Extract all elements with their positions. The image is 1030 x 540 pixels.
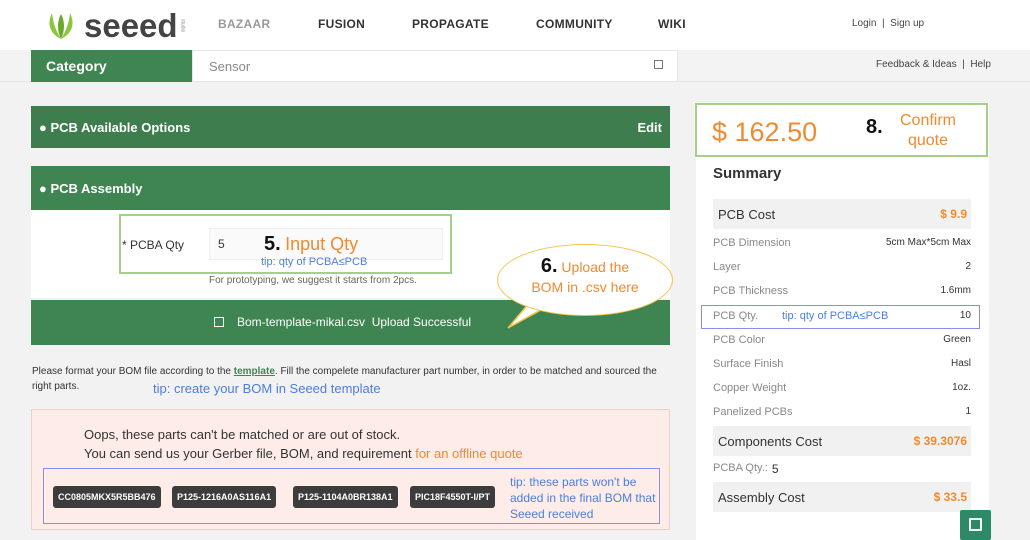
part-tag[interactable]: CC0805MKX5R5BB476: [53, 486, 161, 508]
category-button[interactable]: Category: [31, 50, 192, 82]
login-signup-links[interactable]: Login | Sign up: [852, 18, 924, 29]
row-label: PCB Color: [713, 334, 765, 346]
nav-wiki[interactable]: WIKI: [658, 17, 686, 31]
category-search-input[interactable]: Sensor: [192, 50, 678, 82]
pcb-options-label: ● PCB Available Options: [39, 119, 191, 135]
upload-speech-bubble: 6. Upload the BOM in .csv here: [497, 244, 673, 316]
row-value: Hasl: [950, 358, 971, 369]
confirm-quote-label[interactable]: Confirm quote: [886, 111, 970, 151]
row-value: 1oz.: [952, 382, 971, 393]
oops-line1: Oops, these parts can't be matched or ar…: [84, 427, 401, 442]
offline-quote-link[interactable]: for an offline quote: [415, 446, 522, 461]
pcb-qty-tip: tip: qty of PCBA≤PCB: [782, 310, 889, 322]
nav-fusion[interactable]: FUSION: [318, 17, 365, 31]
oops-line2-text: You can send us your Gerber file, BOM, a…: [84, 446, 416, 461]
pcb-options-bar[interactable]: ● PCB Available Options Edit: [31, 106, 670, 148]
qty-tip: tip: qty of PCBA≤PCB: [261, 256, 368, 268]
pcba-qty-value: 5: [771, 462, 779, 476]
row-value: 1: [965, 406, 971, 417]
nav-propagate[interactable]: PROPAGATE: [412, 17, 489, 31]
category-checkbox-icon[interactable]: [654, 60, 663, 69]
pcba-qty-row: PCBA Qty.: 5: [713, 462, 971, 476]
pcb-assembly-bar[interactable]: ● PCB Assembly: [31, 166, 670, 210]
bubble-line2: BOM in .csv here: [531, 279, 639, 295]
pcb-cost-label: PCB Cost: [718, 206, 776, 222]
row-label: Surface Finish: [713, 358, 784, 370]
edit-button[interactable]: Edit: [637, 120, 662, 135]
part-tag[interactable]: PIC18F4550T-I/PT: [410, 486, 496, 508]
step-6-number: 6.: [540, 255, 558, 277]
row-value: 2: [965, 261, 971, 272]
uploaded-file-status: Bom-template-mikal.csv Upload Successful: [237, 315, 472, 329]
oops-line2: You can send us your Gerber file, BOM, a…: [84, 446, 523, 461]
summary-row: PCB Thickness 1.6mm: [713, 285, 971, 297]
leaf-logo-icon: [44, 11, 78, 41]
template-link[interactable]: template: [234, 366, 275, 377]
step-5-annotation: 5. Input Qty: [264, 233, 358, 256]
row-value: 10: [959, 310, 971, 321]
row-label: PCB Thickness: [713, 285, 788, 297]
row-value: Green: [943, 334, 971, 345]
pcba-qty-label: * PCBA Qty: [122, 238, 185, 252]
components-cost-value: $ 39.3076: [913, 434, 967, 448]
prototype-note: For prototyping, we suggest it starts fr…: [209, 275, 417, 286]
assembly-cost-label: Assembly Cost: [718, 489, 805, 505]
row-label: Copper Weight: [713, 382, 787, 394]
components-cost-row: Components Cost $ 39.3076: [713, 426, 971, 456]
row-value: 5cm Max*5cm Max: [885, 237, 971, 248]
pcb-cost-row: PCB Cost $ 9.9: [713, 199, 971, 229]
row-label: Panelized PCBs: [713, 406, 793, 418]
pcb-assembly-label: ● PCB Assembly: [39, 180, 143, 196]
assembly-cost-row: Assembly Cost $ 33.5: [713, 482, 971, 512]
format-note-pre: Please format your BOM file according to…: [32, 366, 234, 377]
nav-bazaar[interactable]: BAZAAR: [218, 17, 270, 31]
pcb-cost-value: $ 9.9: [940, 207, 967, 221]
bubble-line1: Upload the: [561, 259, 630, 275]
square-icon: [969, 518, 982, 531]
total-price: $ 162.50: [712, 117, 818, 147]
pcba-qty-label-summary: PCBA Qty.:: [713, 462, 768, 474]
components-cost-label: Components Cost: [718, 433, 823, 449]
chat-square-button[interactable]: [960, 510, 991, 540]
upload-checkbox-icon[interactable]: [214, 317, 224, 327]
summary-row: Surface Finish Hasl: [713, 358, 971, 370]
step-8-number: 8.: [866, 116, 883, 138]
step-5-text: Input Qty: [285, 234, 359, 254]
logo-sub: studio: [179, 19, 186, 33]
row-label: Layer: [713, 261, 741, 273]
logo-wordmark: seeed: [84, 7, 178, 44]
summary-row: Panelized PCBs 1: [713, 406, 971, 418]
summary-row: Copper Weight 1oz.: [713, 382, 971, 394]
summary-row: PCB Dimension 5cm Max*5cm Max: [713, 237, 971, 249]
step-5-number: 5.: [264, 233, 281, 255]
summary-row: Layer 2: [713, 261, 971, 273]
row-value: 1.6mm: [940, 285, 971, 296]
parts-tip: tip: these parts won't be added in the f…: [510, 475, 656, 521]
part-tag[interactable]: P125-1104A0BR138A1: [293, 486, 398, 508]
bom-template-tip: tip: create your BOM in Seeed template: [153, 381, 381, 396]
assembly-cost-value: $ 33.5: [933, 490, 967, 504]
nav-community[interactable]: COMMUNITY: [536, 17, 613, 31]
seeed-logo[interactable]: seeed studio: [44, 7, 186, 44]
summary-title: Summary: [713, 165, 782, 182]
row-label: PCB Qty.: [713, 310, 759, 322]
row-label: PCB Dimension: [713, 237, 791, 249]
feedback-help-links[interactable]: Feedback & Ideas | Help: [876, 59, 991, 70]
part-tag[interactable]: P125-1216A0AS116A1: [172, 486, 277, 508]
summary-row: PCB Color Green: [713, 334, 971, 346]
